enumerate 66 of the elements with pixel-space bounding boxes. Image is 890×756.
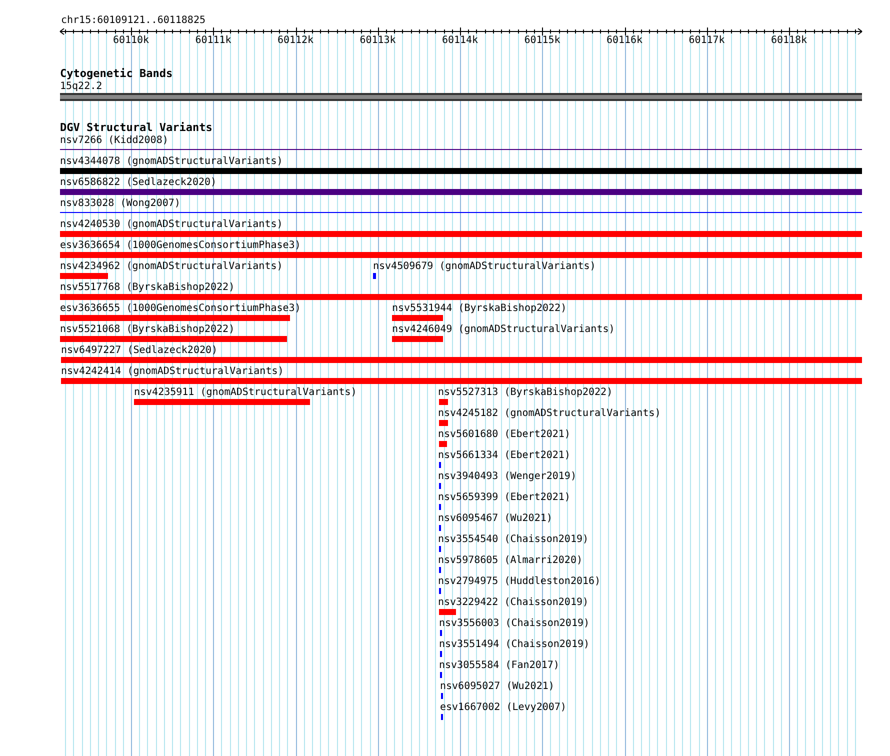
feature-bar[interactable] [439,399,448,405]
feature-label: nsv5661334 (Ebert2021) [438,450,570,461]
tick-label: 60111k [195,35,232,46]
feature-bar[interactable] [60,231,862,237]
feature-label: esv1667002 (Levy2007) [440,702,566,713]
feature-label: nsv3554540 (Chaisson2019) [438,534,589,545]
feature-line[interactable] [60,212,862,213]
feature-label: nsv3556003 (Chaisson2019) [439,618,590,629]
tick-label: 60117k [688,35,725,46]
feature-bar[interactable] [60,273,108,279]
tick-label: 60116k [606,35,643,46]
feature-label: nsv5521068 (ByrskaBishop2022) [60,324,235,335]
feature-label: nsv4246049 (gnomADStructuralVariants) [392,324,615,335]
feature-label: nsv5531944 (ByrskaBishop2022) [392,303,567,314]
feature-bar[interactable] [60,252,862,258]
feature-label: nsv833028 (Wong2007) [60,198,180,209]
tick-label: 60114k [442,35,478,46]
feature-bar[interactable] [61,357,862,363]
feature-bar[interactable] [392,315,443,321]
feature-label: nsv5517768 (ByrskaBishop2022) [60,282,235,293]
feature-bar[interactable] [439,441,447,447]
feature-label: esv3636655 (1000GenomesConsortiumPhase3) [60,303,301,314]
feature-label: nsv3055584 (Fan2017) [439,660,560,671]
tick-label: 60113k [360,35,396,46]
feature-label: nsv6497227 (Sedlazeck2020) [61,345,218,356]
feature-line[interactable] [60,149,862,150]
track-title: Cytogenetic Bands [60,68,173,79]
feature-label: nsv6095467 (Wu2021) [438,513,552,524]
feature-bar[interactable] [60,168,862,174]
feature-label: nsv4240530 (gnomADStructuralVariants) [60,219,283,230]
feature-label: nsv5659399 (Ebert2021) [438,492,570,503]
feature-bar[interactable] [61,378,862,384]
feature-bar[interactable] [60,315,290,321]
feature-label: nsv6586822 (Sedlazeck2020) [60,177,217,188]
feature-bar[interactable] [134,399,310,405]
feature-label: nsv6095027 (Wu2021) [440,681,554,692]
feature-label: nsv4234962 (gnomADStructuralVariants) [60,261,283,272]
tick-label: 60115k [524,35,560,46]
tick-label: 60110k [112,35,150,46]
feature-label: nsv3229422 (Chaisson2019) [438,597,589,608]
feature-label: nsv4245182 (gnomADStructuralVariants) [438,408,661,419]
feature-label: nsv2794975 (Huddleston2016) [438,576,601,587]
feature-bar[interactable] [392,336,443,342]
feature-bar[interactable] [439,609,456,615]
feature-label: nsv5527313 (ByrskaBishop2022) [438,387,613,398]
track-title: DGV Structural Variants [60,122,212,133]
feature-bar[interactable] [373,273,376,279]
tick-label: 60112k [277,35,314,46]
feature-bar[interactable] [60,336,287,342]
tick-label: 60118k [770,35,808,46]
feature-label: nsv5601680 (Ebert2021) [438,429,570,440]
band-label: 15q22.2 [60,81,102,92]
feature-bar[interactable] [439,420,448,426]
location-label: chr15:60109121..60118825 [61,15,206,26]
feature-label: nsv5978605 (Almarri2020) [438,555,582,566]
feature-bar[interactable] [60,189,862,195]
feature-label: esv3636654 (1000GenomesConsortiumPhase3) [60,240,301,251]
feature-label: nsv4235911 (gnomADStructuralVariants) [134,387,357,398]
feature-bar[interactable] [60,294,862,300]
cytoband-bar[interactable] [60,93,862,101]
feature-label: nsv4344078 (gnomADStructuralVariants) [60,156,283,167]
feature-label: nsv7266 (Kidd2008) [60,135,168,146]
feature-label: nsv3551494 (Chaisson2019) [439,639,590,650]
feature-label: nsv4509679 (gnomADStructuralVariants) [373,261,596,272]
feature-label: nsv3940493 (Wenger2019) [438,471,576,482]
feature-label: nsv4242414 (gnomADStructuralVariants) [61,366,284,377]
